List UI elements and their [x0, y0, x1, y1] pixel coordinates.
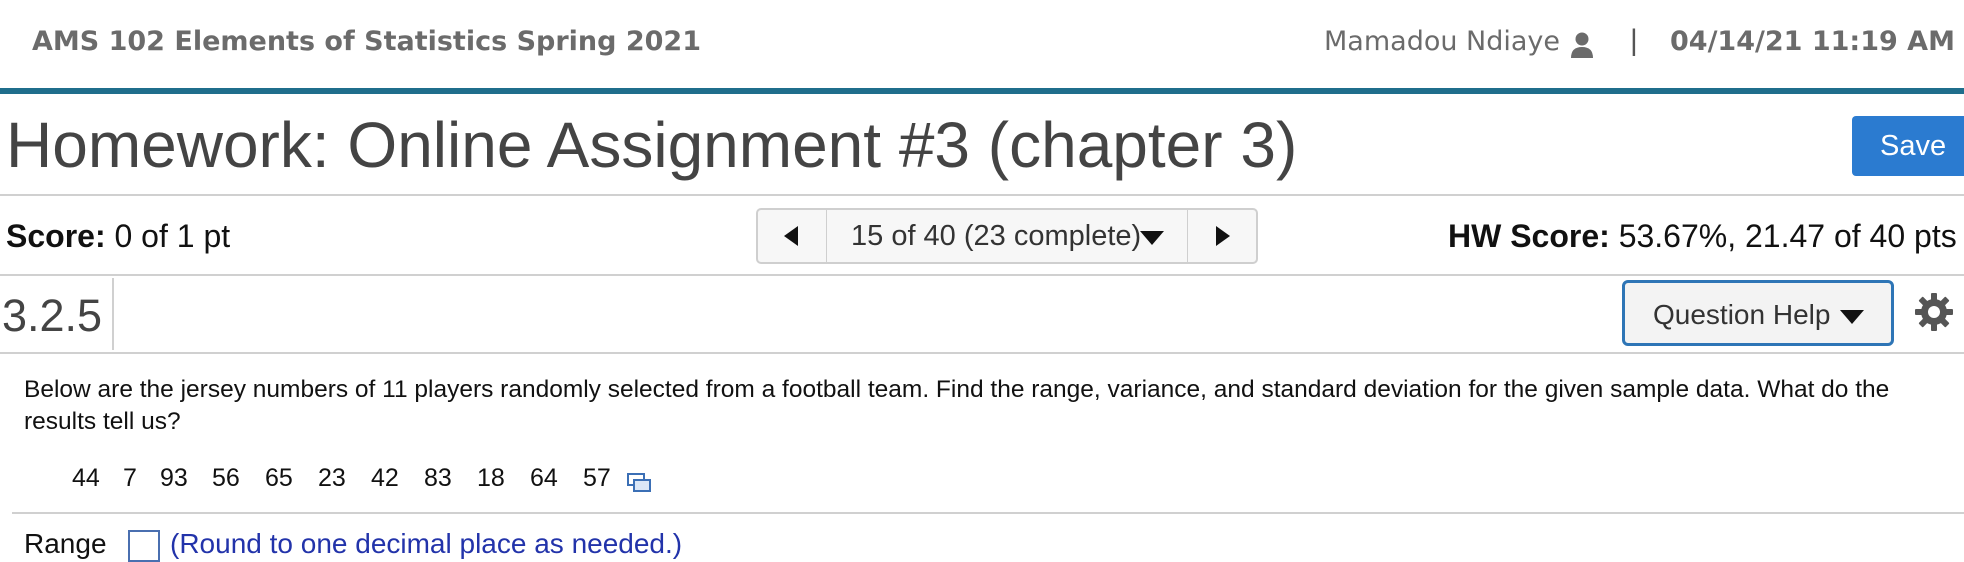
data-value: 7	[123, 464, 137, 492]
hw-score: HW Score: 53.67%, 21.47 of 40 pts	[1448, 218, 1957, 255]
range-answer-input[interactable]	[128, 530, 160, 562]
next-question-button[interactable]	[1187, 210, 1256, 262]
user-icon[interactable]	[1570, 31, 1594, 59]
question-number: 3.2.5	[2, 290, 103, 341]
question-position: 15 of 40 (23 complete)	[851, 220, 1142, 252]
top-bar: AMS 102 Elements of Statistics Spring 20…	[0, 0, 1964, 94]
score: Score: 0 of 1 pt	[6, 218, 230, 255]
caret-down-icon	[1140, 231, 1164, 245]
data-value: 64	[530, 464, 558, 492]
data-value: 18	[477, 464, 505, 492]
gear-icon[interactable]	[1914, 292, 1954, 332]
copy-data-icon[interactable]	[627, 473, 651, 493]
score-label: Score:	[6, 218, 106, 254]
question-select-dropdown[interactable]: 15 of 40 (23 complete)	[827, 210, 1190, 262]
save-button[interactable]: Save	[1852, 116, 1964, 176]
score-value: 0 of 1 pt	[114, 218, 231, 254]
data-value: 42	[371, 464, 399, 492]
divider	[12, 512, 1964, 514]
data-value: 23	[318, 464, 346, 492]
course-title: AMS 102 Elements of Statistics Spring 20…	[32, 26, 702, 57]
divider	[0, 274, 1964, 276]
datetime: 04/14/21 11:19 AM	[1670, 26, 1955, 57]
caret-down-icon	[1840, 310, 1864, 324]
data-value: 65	[265, 464, 293, 492]
question-help-button[interactable]: Question Help	[1622, 280, 1894, 346]
data-value: 44	[72, 464, 100, 492]
data-value: 83	[424, 464, 452, 492]
question-help-label: Question Help	[1653, 299, 1831, 330]
data-value: 56	[212, 464, 240, 492]
header-separator: |	[1630, 24, 1638, 57]
question-text: Below are the jersey numbers of 11 playe…	[24, 376, 1890, 435]
range-label: Range	[24, 528, 107, 559]
user-name[interactable]: Mamadou Ndiaye	[1324, 26, 1560, 57]
page-title: Homework: Online Assignment #3 (chapter …	[6, 109, 1298, 181]
data-value: 93	[160, 464, 188, 492]
question-pager: 15 of 40 (23 complete)	[756, 208, 1258, 264]
data-value: 57	[583, 464, 611, 492]
divider	[112, 278, 114, 350]
triangle-left-icon	[784, 226, 798, 246]
previous-question-button[interactable]	[758, 210, 827, 262]
range-rounding-hint: (Round to one decimal place as needed.)	[170, 528, 683, 559]
hw-score-value: 53.67%, 21.47 of 40 pts	[1618, 218, 1957, 254]
divider	[0, 352, 1964, 354]
divider	[0, 194, 1964, 196]
triangle-right-icon	[1216, 226, 1230, 246]
hw-score-label: HW Score:	[1448, 218, 1610, 254]
